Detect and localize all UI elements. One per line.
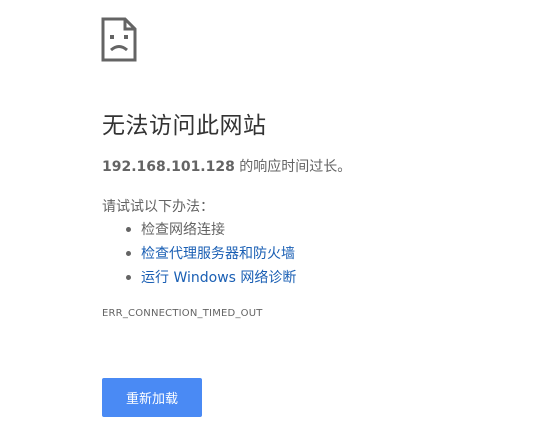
suggestions-heading: 请试试以下办法：: [102, 199, 214, 215]
error-summary: 192.168.101.128 的响应时间过长。: [102, 156, 351, 176]
suggestions-list: 检查网络连接 检查代理服务器和防火墙 运行 Windows 网络诊断: [102, 218, 296, 290]
sad-page-icon: [101, 17, 137, 62]
bullet-icon: [126, 251, 131, 256]
suggestion-check-proxy-firewall[interactable]: 检查代理服务器和防火墙: [102, 242, 296, 266]
suggestion-check-network: 检查网络连接: [102, 218, 296, 242]
suggestion-run-diagnostics[interactable]: 运行 Windows 网络诊断: [102, 266, 296, 290]
reload-button[interactable]: 重新加载: [102, 378, 202, 417]
page-title: 无法访问此网站: [102, 113, 267, 139]
error-code: ERR_CONNECTION_TIMED_OUT: [102, 308, 263, 319]
check-proxy-firewall-link[interactable]: 检查代理服务器和防火墙: [141, 246, 295, 262]
bullet-icon: [126, 275, 131, 280]
host-address: 192.168.101.128: [102, 159, 235, 175]
suggestion-label: 检查网络连接: [141, 222, 225, 238]
error-message: 的响应时间过长。: [234, 159, 352, 175]
bullet-icon: [126, 227, 131, 232]
error-page: 无法访问此网站 192.168.101.128 的响应时间过长。 请试试以下办法…: [0, 0, 550, 447]
run-network-diagnostics-link[interactable]: 运行 Windows 网络诊断: [141, 270, 296, 286]
